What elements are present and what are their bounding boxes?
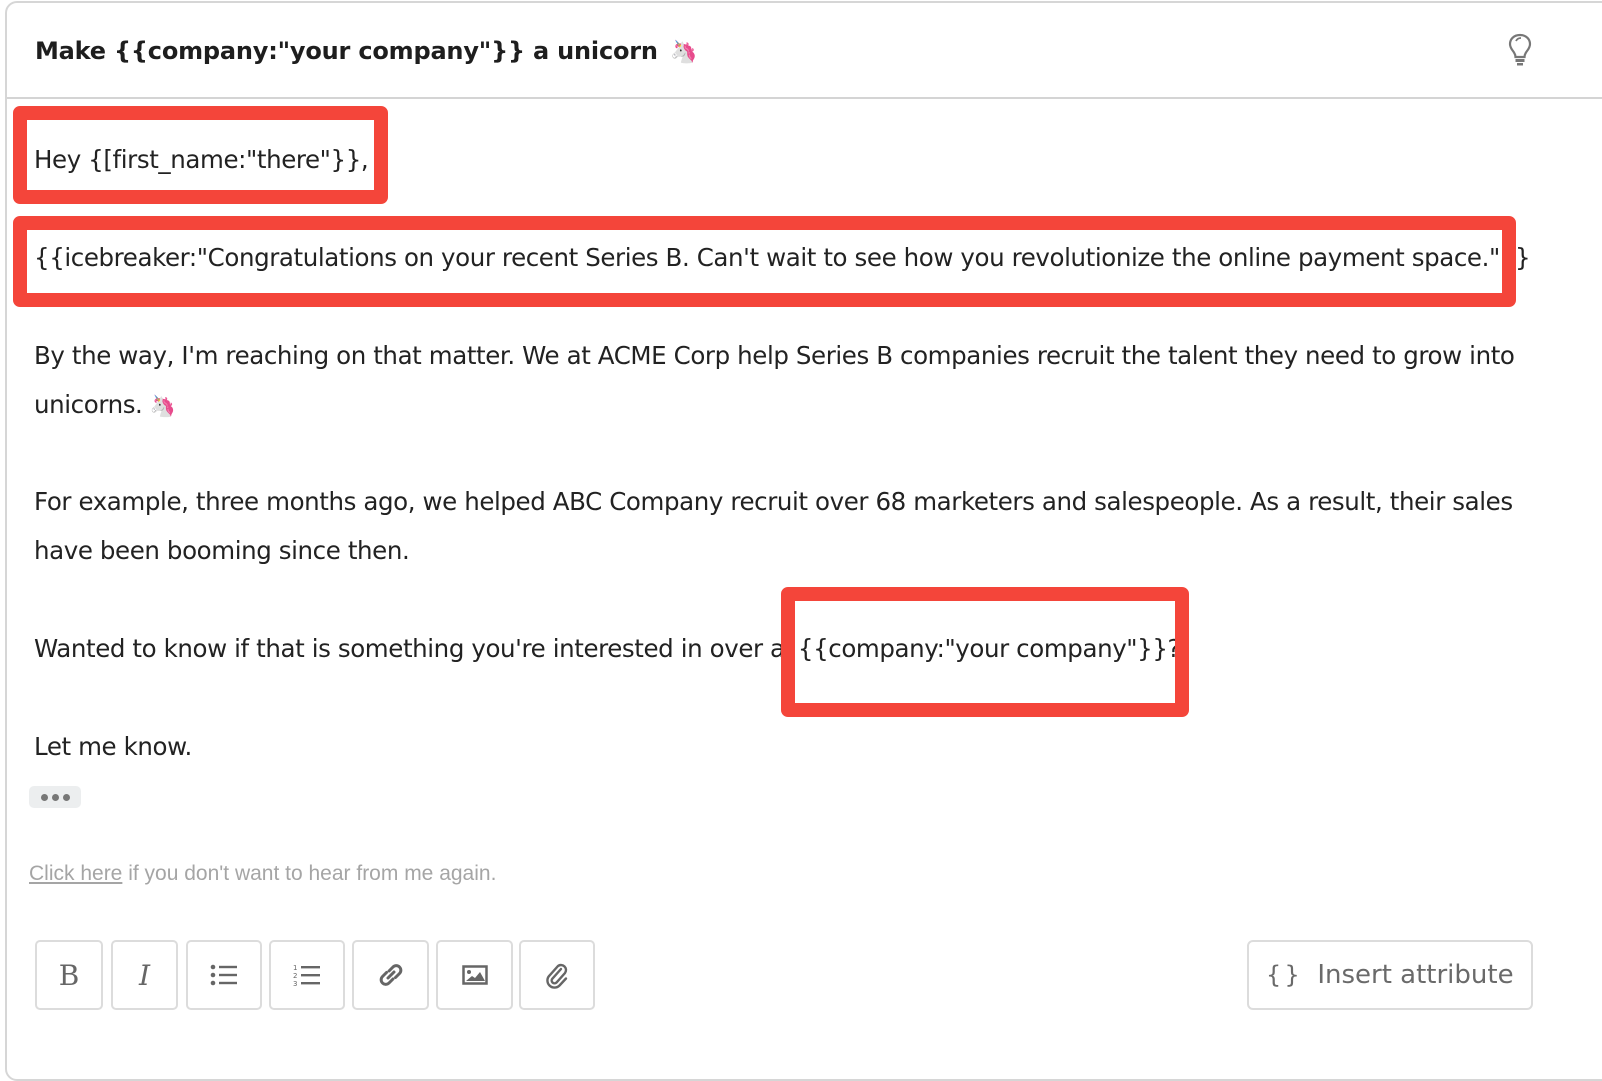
lightbulb-icon[interactable] [1507, 33, 1533, 67]
svg-text:3: 3 [293, 980, 297, 987]
braces-icon: {} [1266, 961, 1304, 989]
paperclip-icon [546, 963, 568, 989]
image-button[interactable] [436, 940, 513, 1010]
unsubscribe-line: Click here if you don't want to hear fro… [29, 862, 496, 886]
svg-text:2: 2 [293, 972, 297, 980]
italic-icon: I [138, 958, 151, 992]
svg-text:1: 1 [293, 964, 297, 972]
paragraph3-prefix: Wanted to know if that is something you'… [34, 634, 794, 663]
subject-line[interactable]: Make {{company:"your company"}} a unicor… [35, 37, 697, 65]
unsubscribe-link[interactable]: Click here [29, 862, 122, 885]
unicorn-emoji-icon: 🦄 [149, 394, 176, 418]
unicorn-emoji-icon: 🦄 [669, 40, 698, 65]
subject-bar[interactable]: Make {{company:"your company"}} a unicor… [7, 3, 1602, 99]
dot-icon [40, 793, 48, 801]
insert-attribute-button[interactable]: {} Insert attribute [1247, 940, 1533, 1010]
link-icon [379, 964, 402, 986]
highlight-box-icebreaker [13, 216, 1516, 307]
show-more-button[interactable] [29, 786, 81, 808]
highlight-box-greeting [13, 106, 388, 204]
bulleted-list-button[interactable] [186, 940, 262, 1010]
highlight-box-company [781, 587, 1189, 717]
italic-button[interactable]: I [111, 940, 178, 1010]
image-icon [461, 965, 488, 985]
numbered-list-icon: 1 2 3 [293, 964, 320, 987]
dot-icon [51, 793, 59, 801]
paragraph1-line2-text: unicorns. [34, 390, 143, 419]
bulleted-list-icon [210, 964, 237, 986]
numbered-list-button[interactable]: 1 2 3 [269, 940, 345, 1010]
link-button[interactable] [352, 940, 429, 1010]
paragraph2-line1[interactable]: For example, three months ago, we helped… [34, 487, 1513, 516]
bold-icon: B [58, 958, 80, 992]
subject-text: Make {{company:"your company"}} a unicor… [35, 37, 658, 65]
closing-line[interactable]: Let me know. [34, 732, 192, 761]
insert-attribute-label: Insert attribute [1317, 960, 1514, 990]
unsubscribe-text: if you don't want to hear from me again. [122, 862, 497, 885]
bold-button[interactable]: B [35, 940, 103, 1010]
paragraph2-line2[interactable]: have been booming since then. [34, 536, 410, 565]
paragraph1-line1[interactable]: By the way, I'm reaching on that matter.… [34, 341, 1515, 370]
attachment-button[interactable] [519, 940, 595, 1010]
dot-icon [62, 793, 70, 801]
paragraph1-line2[interactable]: unicorns. 🦄 [34, 390, 176, 419]
